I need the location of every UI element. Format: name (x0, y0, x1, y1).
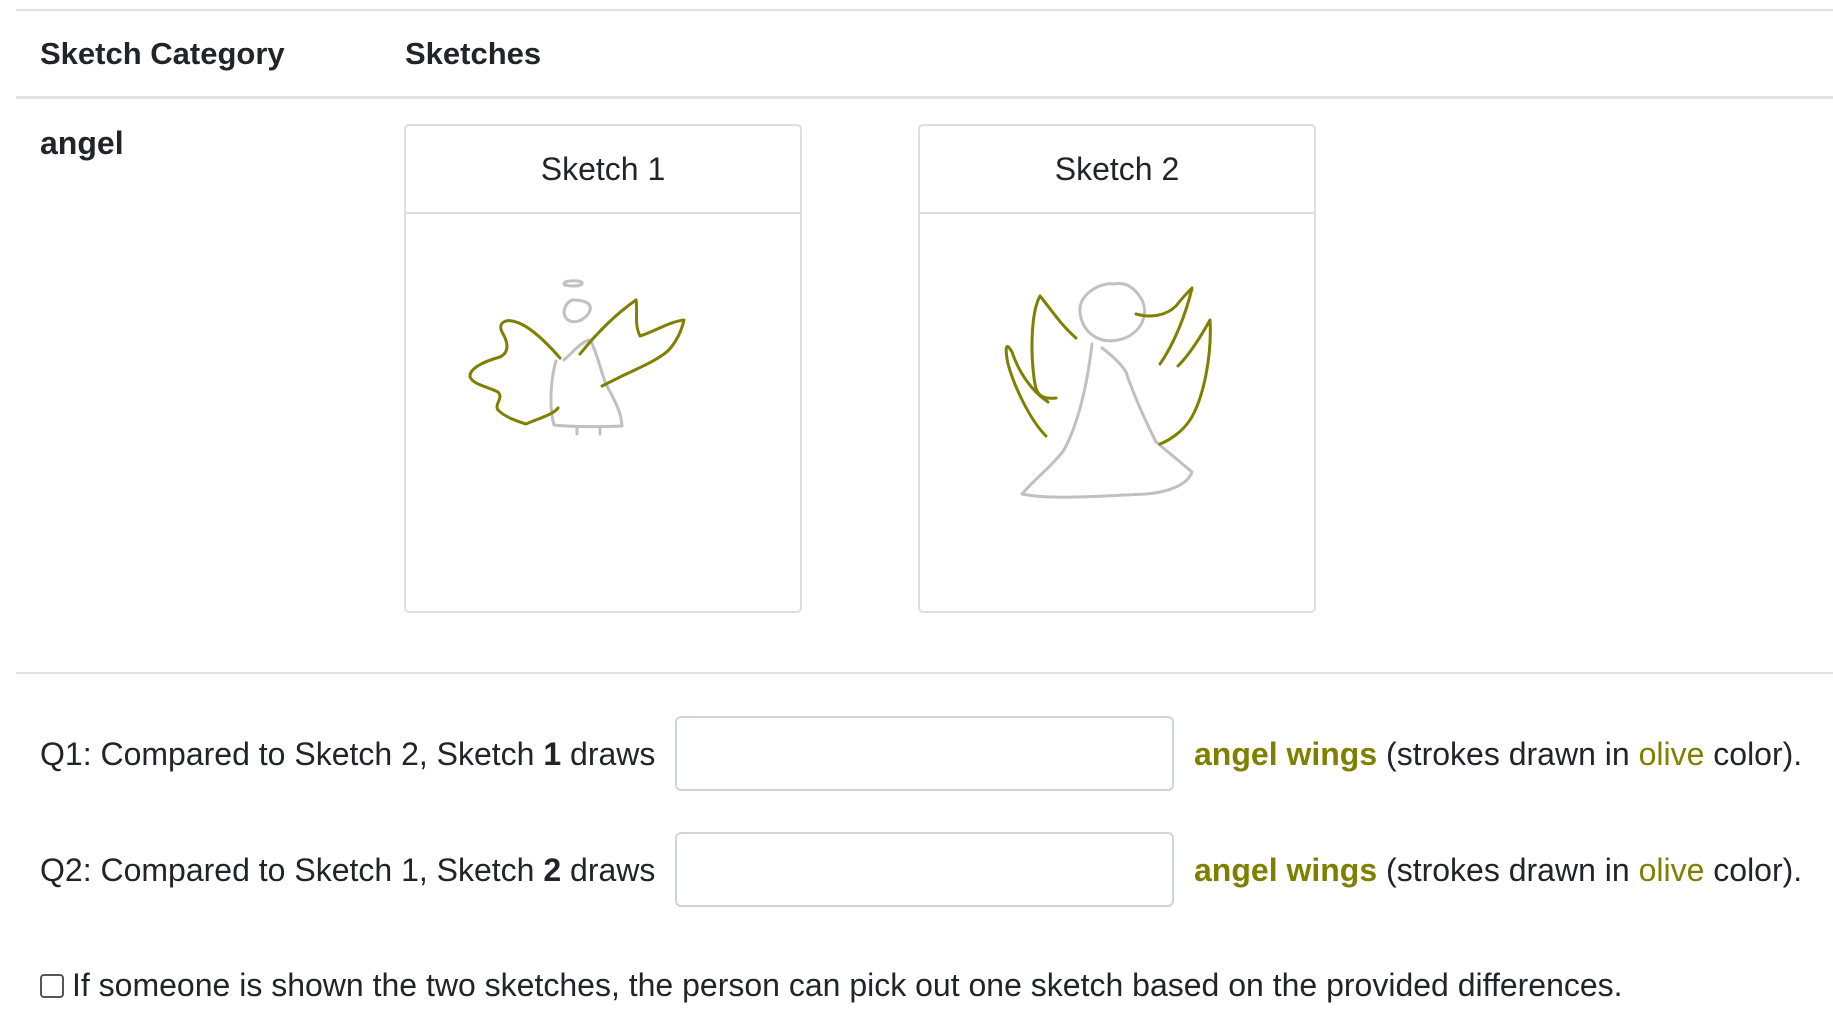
question-2: Q2: Compared to Sketch 1, Sketch 2 draws (40, 850, 655, 890)
question-1-part-name: angel wings (1194, 736, 1378, 772)
sketch-2-left-wing-outer (1004, 345, 1050, 438)
sketch-1-head (562, 298, 592, 324)
question-2-note-open: (strokes drawn in (1377, 852, 1639, 888)
sketch-2-head (1078, 282, 1146, 343)
sketch-card-1: Sketch 1 (404, 124, 802, 613)
sketch-2-left-wing-inner (1030, 294, 1078, 400)
question-2-color-word: olive (1638, 852, 1705, 888)
question-1-note-open: (strokes drawn in (1377, 736, 1639, 772)
question-2-suffix: angel wings (strokes drawn in olive colo… (1194, 850, 1802, 890)
question-2-sketch-number: 2 (543, 852, 562, 888)
question-2-prefix: Q2: Compared to Sketch 1, Sketch (40, 852, 544, 888)
table-top-border (16, 9, 1833, 11)
question-1-answer-input[interactable] (675, 716, 1174, 791)
sketch-1-left-wing (468, 319, 562, 426)
sketch-2-right-wing-outer (1158, 318, 1212, 446)
question-2-verb: draws (561, 852, 656, 888)
question-1-prefix: Q1: Compared to Sketch 2, Sketch (40, 736, 544, 772)
confirmation-label: If someone is shown the two sketches, th… (72, 967, 1623, 1003)
sketch-1-body (549, 338, 624, 429)
sketch-2-right-wing-inner (1134, 286, 1194, 366)
question-1-sketch-number: 1 (543, 736, 562, 772)
question-1-color-word: olive (1638, 736, 1705, 772)
column-header-category: Sketch Category (40, 36, 285, 71)
sketch-2-drawing (1004, 282, 1212, 499)
table-header-divider (16, 96, 1833, 99)
sketch-1-halo (562, 279, 584, 288)
confirmation-checkbox[interactable] (40, 974, 64, 998)
question-1: Q1: Compared to Sketch 2, Sketch 1 draws (40, 734, 655, 774)
table-row-divider (16, 672, 1833, 674)
sketch-1-right-wing (578, 298, 686, 388)
sketch-1-drawing (468, 279, 686, 436)
sketch-2-body (1020, 342, 1194, 499)
question-1-note-close: color). (1704, 736, 1803, 772)
question-2-answer-input[interactable] (675, 832, 1174, 907)
sketch-card-2: Sketch 2 (918, 124, 1316, 613)
question-1-verb: draws (561, 736, 656, 772)
category-label: angel (40, 125, 124, 161)
confirmation-row[interactable]: If someone is shown the two sketches, th… (40, 965, 1623, 1005)
sketch-card-title: Sketch 1 (406, 126, 800, 214)
question-2-note-close: color). (1704, 852, 1803, 888)
question-1-suffix: angel wings (strokes drawn in olive colo… (1194, 734, 1802, 774)
sketch-card-title: Sketch 2 (920, 126, 1314, 214)
question-2-part-name: angel wings (1194, 852, 1378, 888)
column-header-sketches: Sketches (405, 36, 542, 71)
